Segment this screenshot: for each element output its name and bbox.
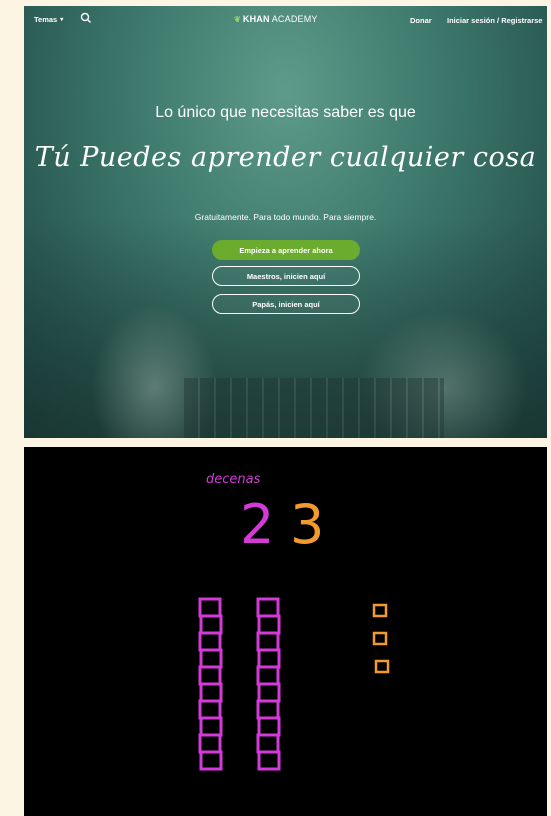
tens-rod-cube: [257, 614, 281, 635]
tens-rod-cube: [198, 597, 222, 618]
tens-rod-cube: [256, 733, 280, 754]
unit-cube: [372, 631, 388, 646]
tens-rod-cube: [198, 699, 222, 720]
blackboard-drawing: decenas 2 3: [198, 472, 390, 771]
top-nav: Temas ▾ ❦ KHAN ACADEMY Donar Iniciar sesi…: [24, 6, 547, 32]
unit-cube: [374, 659, 390, 674]
tens-rod-cube: [199, 614, 223, 635]
tens-rod-cube: [257, 682, 281, 703]
tens-rod-cube: [198, 733, 222, 754]
tens-rod-cube: [256, 699, 280, 720]
ten-rods: [198, 597, 281, 771]
parents-start-button[interactable]: Papás, inicien aquí: [212, 294, 360, 314]
tens-rod-cube: [256, 631, 280, 652]
topics-menu-button[interactable]: Temas ▾: [34, 15, 63, 24]
ones-digit: 3: [290, 493, 324, 556]
hero-background-keyboard: [184, 378, 444, 438]
topics-label: Temas: [34, 15, 58, 24]
tens-rod-cube: [199, 682, 223, 703]
search-icon[interactable]: [80, 12, 92, 24]
tens-rod-cube: [257, 750, 281, 771]
tens-rod-cube: [257, 648, 281, 669]
leaf-icon: ❦: [234, 14, 241, 24]
tens-rod-cube: [198, 665, 222, 686]
donate-link[interactable]: Donar: [410, 16, 432, 25]
khan-academy-logo[interactable]: ❦ KHAN ACADEMY: [234, 14, 318, 24]
hero-tagline: Gratuitamente. Para todo mundo. Para sie…: [194, 212, 377, 222]
teachers-start-button[interactable]: Maestros, inicien aquí: [212, 266, 360, 286]
hero-title: Tú Puedes aprender cualquier cosa: [34, 142, 537, 173]
logo-text-light: ACADEMY: [271, 14, 318, 24]
hero-subtitle: Lo único que necesitas saber es que: [155, 104, 416, 121]
unit-cubes: [372, 603, 390, 674]
tens-rod-cube: [199, 750, 223, 771]
tens-rod-cube: [256, 665, 280, 686]
blackboard-video-frame: decenas 2 3: [24, 447, 547, 816]
unit-cube: [372, 603, 388, 618]
logo-text-bold: KHAN: [242, 14, 270, 24]
tens-digit: 2: [240, 493, 274, 556]
tens-rod-cube: [199, 716, 223, 737]
login-register-link[interactable]: Iniciar sesión / Registrarse: [447, 16, 542, 25]
tens-rod-cube: [257, 716, 281, 737]
khan-academy-homepage: Temas ▾ ❦ KHAN ACADEMY Donar Iniciar sesi…: [24, 6, 547, 438]
tens-rod-cube: [199, 648, 223, 669]
tens-label: decenas: [206, 472, 261, 487]
tens-rod-cube: [198, 631, 222, 652]
tens-rod-cube: [256, 597, 280, 618]
start-learning-button[interactable]: Empieza a aprender ahora: [212, 240, 360, 260]
chevron-down-icon: ▾: [60, 17, 64, 23]
